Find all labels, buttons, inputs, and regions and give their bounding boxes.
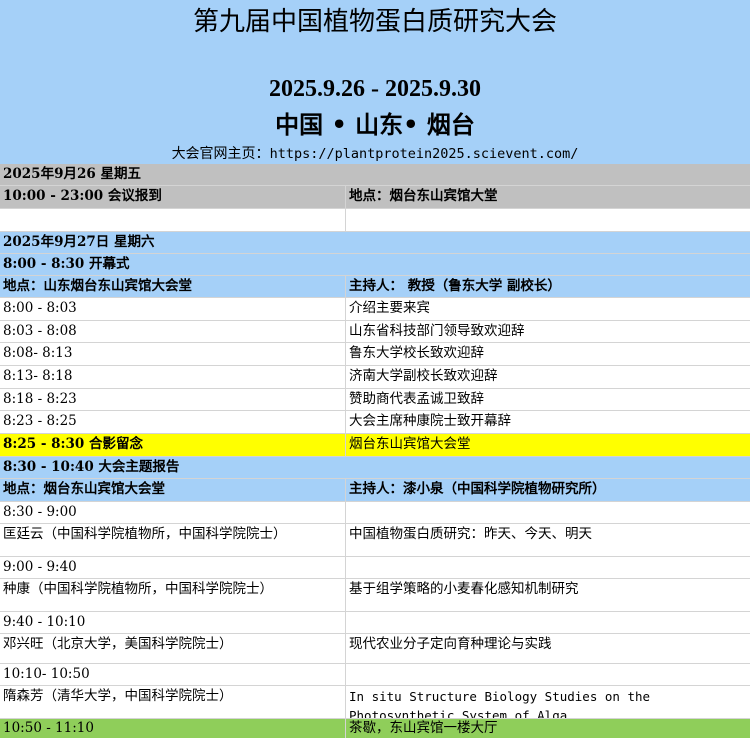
talk-row: 邓兴旺（北京大学，美国科学院院士） 现代农业分子定向育种理论与实践 [0,634,750,664]
opening-item-time: 8:00 - 8:03 [0,298,346,320]
opening-item-row: 8:13- 8:18 济南大学副校长致欢迎辞 [0,366,750,389]
opening-title: 8:00 - 8:30 开幕式 [3,256,130,272]
keynote-place-row: 地点：烟台东山宾馆大会堂 主持人：漆小泉（中国科学院植物研究所） [0,479,750,502]
photo-time: 8:25 - 8:30 合影留念 [0,434,346,456]
website-label: 大会官网主页： [171,146,270,162]
opening-item-text: 赞助商代表孟诚卫致辞 [349,391,484,407]
empty-cell [0,209,346,231]
opening-item-row: 8:23 - 8:25 大会主席种康院士致开幕辞 [0,411,750,434]
opening-item-row: 8:18 - 8:23 赞助商代表孟诚卫致辞 [0,389,750,411]
opening-item-time: 8:23 - 8:25 [0,411,346,433]
registration-row: 10:00 - 23:00 会议报到 地点：烟台东山宾馆大堂 [0,186,750,209]
opening-item-row: 8:00 - 8:03 介绍主要来宾 [0,298,750,321]
break-time: 10:50 - 11:10 [0,719,346,738]
day1-date: 2025年9月26 星期五 [3,166,141,182]
opening-item-text: 大会主席种康院士致开幕辞 [349,413,511,429]
talk-row: 匡廷云（中国科学院植物所，中国科学院院士） 中国植物蛋白质研究：昨天、今天、明天 [0,524,750,557]
opening-item-time: 8:03 - 8:08 [0,321,346,342]
photo-row: 8:25 - 8:30 合影留念 烟台东山宾馆大会堂 [0,434,750,457]
talk-time-spacer [346,664,750,685]
opening-title-row: 8:00 - 8:30 开幕式 [0,254,750,276]
talk-speaker: 匡廷云（中国科学院植物所，中国科学院院士） [0,524,346,556]
talk-time-spacer [346,502,750,523]
talk-time-row: 9:40 - 10:10 [0,612,750,634]
talk-speaker: 邓兴旺（北京大学，美国科学院院士） [0,634,346,663]
opening-item-row: 8:08- 8:13 鲁东大学校长致欢迎辞 [0,343,750,366]
talk-time-spacer [346,557,750,578]
break-item: 茶歇，东山宾馆一楼大厅 [349,720,498,736]
talk-speaker: 隋森芳（清华大学，中国科学院院士） [0,686,346,718]
registration-place: 地点：烟台东山宾馆大堂 [349,188,498,204]
talk-title: 现代农业分子定向育种理论与实践 [349,636,552,652]
talk-row: 隋森芳（清华大学，中国科学院院士） In situ Structure Biol… [0,686,750,719]
conference-dates: 2025.9.26 - 2025.9.30 [269,76,481,102]
conference-location: 中国 • 山东• 烟台 [275,110,475,139]
keynote-host: 主持人：漆小泉（中国科学院植物研究所） [349,481,606,497]
break-row: 10:50 - 11:10 茶歇，东山宾馆一楼大厅 [0,719,750,738]
talk-time-row: 10:10- 10:50 [0,664,750,686]
conference-header: 第九届中国植物蛋白质研究大会 2025.9.26 - 2025.9.30 中国 … [0,0,750,165]
opening-item-row: 8:03 - 8:08 山东省科技部门领导致欢迎辞 [0,321,750,343]
empty-row [0,209,750,232]
conference-title: 第九届中国植物蛋白质研究大会 [192,7,557,37]
opening-place-row: 地点：山东烟台东山宾馆大会堂 主持人： 教授（鲁东大学 副校长） [0,276,750,298]
opening-item-text: 济南大学副校长致欢迎辞 [349,368,498,384]
website-link[interactable]: https://plantprotein2025.scievent.com/ [270,146,579,162]
schedule-sheet: 第九届中国植物蛋白质研究大会 2025.9.26 - 2025.9.30 中国 … [0,0,750,738]
talk-time: 8:30 - 9:00 [0,502,346,523]
day2-date: 2025年9月27日 星期六 [3,234,155,250]
website-line: 大会官网主页：https://plantprotein2025.scievent… [0,145,750,163]
talk-time-spacer [346,612,750,633]
photo-place: 烟台东山宾馆大会堂 [349,436,471,452]
keynote-title: 8:30 - 10:40 大会主题报告 [3,459,180,475]
talk-time: 9:00 - 9:40 [0,557,346,578]
opening-host: 主持人： 教授（鲁东大学 副校长） [349,278,561,294]
opening-item-text: 山东省科技部门领导致欢迎辞 [349,323,525,339]
talk-time: 9:40 - 10:10 [0,612,346,633]
opening-place: 地点：山东烟台东山宾馆大会堂 [0,276,346,297]
talk-time: 10:10- 10:50 [0,664,346,685]
keynote-place: 地点：烟台东山宾馆大会堂 [0,479,346,501]
talk-row: 种康（中国科学院植物所，中国科学院院士） 基于组学策略的小麦春化感知机制研究 [0,579,750,612]
opening-item-time: 8:13- 8:18 [0,366,346,388]
day1-date-row: 2025年9月26 星期五 [0,164,750,186]
opening-item-text: 鲁东大学校长致欢迎辞 [349,345,484,361]
talk-time-row: 8:30 - 9:00 [0,502,750,524]
registration-time: 10:00 - 23:00 会议报到 [0,186,346,208]
keynote-title-row: 8:30 - 10:40 大会主题报告 [0,457,750,479]
opening-item-text: 介绍主要来宾 [349,300,430,316]
talk-title: 基于组学策略的小麦春化感知机制研究 [349,581,579,597]
opening-item-time: 8:18 - 8:23 [0,389,346,410]
opening-item-time: 8:08- 8:13 [0,343,346,365]
empty-cell [346,209,750,231]
talk-speaker: 种康（中国科学院植物所，中国科学院院士） [0,579,346,611]
talk-time-row: 9:00 - 9:40 [0,557,750,579]
talk-title: 中国植物蛋白质研究：昨天、今天、明天 [349,526,592,542]
day2-date-row: 2025年9月27日 星期六 [0,232,750,254]
talk-title: In situ Structure Biology Studies on the… [349,689,651,718]
